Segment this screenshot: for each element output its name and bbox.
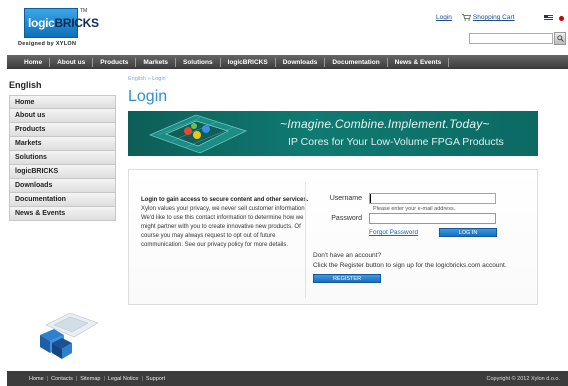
site-footer: Home | Contacts | Sitemap | Legal Notice…: [7, 371, 568, 386]
footer-separator: |: [103, 375, 105, 382]
search-button[interactable]: [554, 32, 566, 45]
language-flag-icon[interactable]: [559, 16, 564, 21]
page-title: Login: [128, 88, 168, 105]
banner-subtitle: IP Cores for Your Low-Volume FPGA Produc…: [288, 136, 504, 148]
language-heading: English: [9, 80, 42, 90]
top-links: Login Shopping Cart: [436, 14, 514, 21]
username-field[interactable]: [369, 193, 496, 204]
shopping-cart-link[interactable]: Shopping Cart: [461, 14, 515, 21]
banner-slogan: ~Imagine.Combine.Implement.Today~: [280, 117, 490, 131]
sidebar-item-about-us[interactable]: About us: [9, 109, 116, 123]
sidebar-item-home[interactable]: Home: [9, 95, 116, 109]
logo-text: logicBRICKS: [28, 16, 99, 30]
us-flag-icon[interactable]: [544, 15, 553, 21]
shopping-cart-label: Shopping Cart: [472, 14, 515, 21]
username-hint: Please enter your e-mail address.: [373, 206, 456, 212]
footer-link-legal-notice[interactable]: Legal Notice: [108, 376, 139, 382]
privacy-info: Login to gain access to secure content a…: [141, 196, 311, 250]
footer-link-support[interactable]: Support: [146, 376, 165, 382]
register-button[interactable]: REGISTER: [313, 274, 381, 283]
login-button[interactable]: LOG IN: [439, 228, 497, 237]
sidebar-item-solutions[interactable]: Solutions: [9, 151, 116, 165]
sidebar-item-downloads[interactable]: Downloads: [9, 179, 116, 193]
footer-separator: |: [75, 375, 78, 382]
logo-text-a: logic: [28, 16, 55, 30]
login-panel: Login to gain access to secure content a…: [128, 169, 538, 305]
logicbricks-cube-logo: [40, 313, 99, 359]
nav-downloads[interactable]: Downloads: [276, 59, 325, 66]
breadcrumb[interactable]: English » Login: [128, 76, 166, 82]
login-link[interactable]: Login: [436, 14, 452, 21]
sidebar-item-logicbricks[interactable]: logicBRICKS: [9, 165, 116, 179]
register-info-text: Click the Register button to sign up for…: [313, 262, 507, 269]
sidebar-item-documentation[interactable]: Documentation: [9, 193, 116, 207]
username-label: Username: [329, 195, 362, 202]
footer-link-contacts[interactable]: Contacts: [51, 376, 73, 382]
info-body: Xylon values your privacy, we never sell…: [141, 206, 307, 248]
forgot-password-link[interactable]: Forgot Password: [369, 229, 418, 236]
nav-logicbricks[interactable]: logicBRICKS: [221, 59, 275, 66]
info-heading: Login to gain access to secure content a…: [141, 197, 309, 203]
logo-tagline: Designed by XYLON: [18, 41, 77, 47]
sidebar-item-news-events[interactable]: News & Events: [9, 207, 116, 221]
footer-links: Home | Contacts | Sitemap | Legal Notice…: [29, 376, 165, 382]
password-field[interactable]: [369, 213, 496, 224]
nav-divider: [448, 57, 450, 67]
nav-solutions[interactable]: Solutions: [176, 59, 220, 66]
site-header: logicBRICKS TM Designed by XYLON Login S…: [0, 0, 568, 52]
footer-link-home[interactable]: Home: [29, 376, 44, 382]
password-label: Password: [331, 215, 362, 222]
nav-about-us[interactable]: About us: [50, 59, 92, 66]
cart-icon: [461, 14, 471, 21]
no-account-text: Don't have an account?: [313, 252, 382, 259]
main-nav: Home About us Products Markets Solutions…: [7, 55, 568, 69]
promo-banner: ~Imagine.Combine.Implement.Today~ IP Cor…: [128, 111, 538, 156]
logicbricks-logo[interactable]: logicBRICKS TM Designed by XYLON: [14, 8, 99, 51]
logo-text-b: BRICKS: [54, 16, 100, 30]
search-input[interactable]: [469, 33, 553, 44]
footer-link-sitemap[interactable]: Sitemap: [80, 376, 100, 382]
nav-news-events[interactable]: News & Events: [388, 59, 449, 66]
nav-home[interactable]: Home: [17, 59, 49, 66]
sidebar-item-products[interactable]: Products: [9, 123, 116, 137]
sidebar-item-markets[interactable]: Markets: [9, 137, 116, 151]
copyright-text: Copyright © 2012 Xylon d.o.o.: [486, 375, 560, 382]
nav-documentation[interactable]: Documentation: [325, 59, 386, 66]
logo-trademark: TM: [80, 8, 88, 14]
nav-markets[interactable]: Markets: [136, 59, 175, 66]
footer-separator: |: [141, 375, 143, 382]
search-icon: [556, 35, 564, 42]
fpga-chip-illustration: [148, 114, 248, 154]
sidebar-menu: Home About us Products Markets Solutions…: [9, 95, 116, 221]
nav-products[interactable]: Products: [93, 59, 135, 66]
footer-separator: |: [46, 375, 49, 382]
